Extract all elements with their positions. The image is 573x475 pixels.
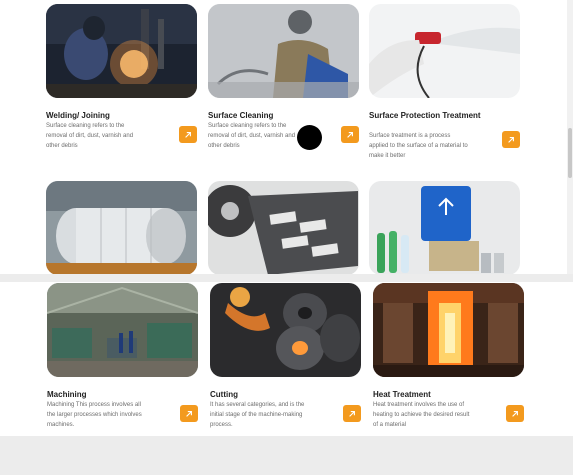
service-card-recycling[interactable] xyxy=(369,181,520,275)
service-card-cutting[interactable]: Cutting It has several categories, and i… xyxy=(210,283,361,428)
card-arrow-button[interactable] xyxy=(179,126,197,143)
services-page: Welding/ Joining Surface cleaning refers… xyxy=(0,0,573,475)
wrapped-cylinders-image xyxy=(46,181,197,275)
spray-coating-image xyxy=(369,4,520,98)
footer-band xyxy=(0,436,573,475)
card-arrow-button[interactable] xyxy=(341,126,359,143)
card-title: Heat Treatment xyxy=(373,390,431,399)
arrow-up-right-icon xyxy=(186,410,192,417)
arrow-up-right-icon xyxy=(508,136,514,143)
arrow-up-right-icon xyxy=(512,410,518,417)
service-card-surface-protection[interactable]: Surface Protection Treatment Surface tre… xyxy=(369,4,520,159)
service-card-welding[interactable]: Welding/ Joining Surface cleaning refers… xyxy=(46,4,197,149)
card-description: Surface cleaning refers to the removal o… xyxy=(46,123,134,149)
steel-coils-image xyxy=(210,283,361,377)
card-arrow-button[interactable] xyxy=(180,405,198,422)
card-title: Welding/ Joining xyxy=(46,111,110,120)
card-description: Surface cleaning refers to the removal o… xyxy=(208,123,296,149)
section-divider xyxy=(0,274,573,282)
furnace-image xyxy=(373,283,524,377)
labels-packaging-image xyxy=(208,181,359,275)
card-description: Surface treatment is a process applied t… xyxy=(369,133,468,159)
card-description: Machining This process involves all the … xyxy=(47,402,142,428)
service-card-machining[interactable]: Machining Machining This process involve… xyxy=(47,283,198,428)
welding-image xyxy=(46,4,197,98)
arrow-up-right-icon xyxy=(349,410,355,417)
machine-shop-image xyxy=(47,283,198,377)
service-card-wrapped-cylinders[interactable] xyxy=(46,181,197,275)
card-description: It has several categories, and is the in… xyxy=(210,402,305,428)
card-arrow-button[interactable] xyxy=(343,405,361,422)
pointer-cursor xyxy=(297,125,322,150)
card-arrow-button[interactable] xyxy=(506,405,524,422)
arrow-up-right-icon xyxy=(185,131,191,138)
service-card-heat-treatment[interactable]: Heat Treatment Heat treatment involves t… xyxy=(373,283,524,428)
card-description: Heat treatment involves the use of heati… xyxy=(373,402,470,428)
scrollbar-thumb[interactable] xyxy=(568,128,572,178)
arrow-up-right-icon xyxy=(347,131,353,138)
card-title: Cutting xyxy=(210,390,238,399)
recycling-image xyxy=(369,181,520,275)
card-title: Surface Cleaning xyxy=(208,111,274,120)
service-card-labels-packaging[interactable] xyxy=(208,181,359,275)
card-title: Machining xyxy=(47,390,87,399)
card-title: Surface Protection Treatment xyxy=(369,111,481,120)
surface-cleaning-image xyxy=(208,4,359,98)
card-arrow-button[interactable] xyxy=(502,131,520,148)
service-card-surface-cleaning[interactable]: Surface Cleaning Surface cleaning refers… xyxy=(208,4,359,149)
